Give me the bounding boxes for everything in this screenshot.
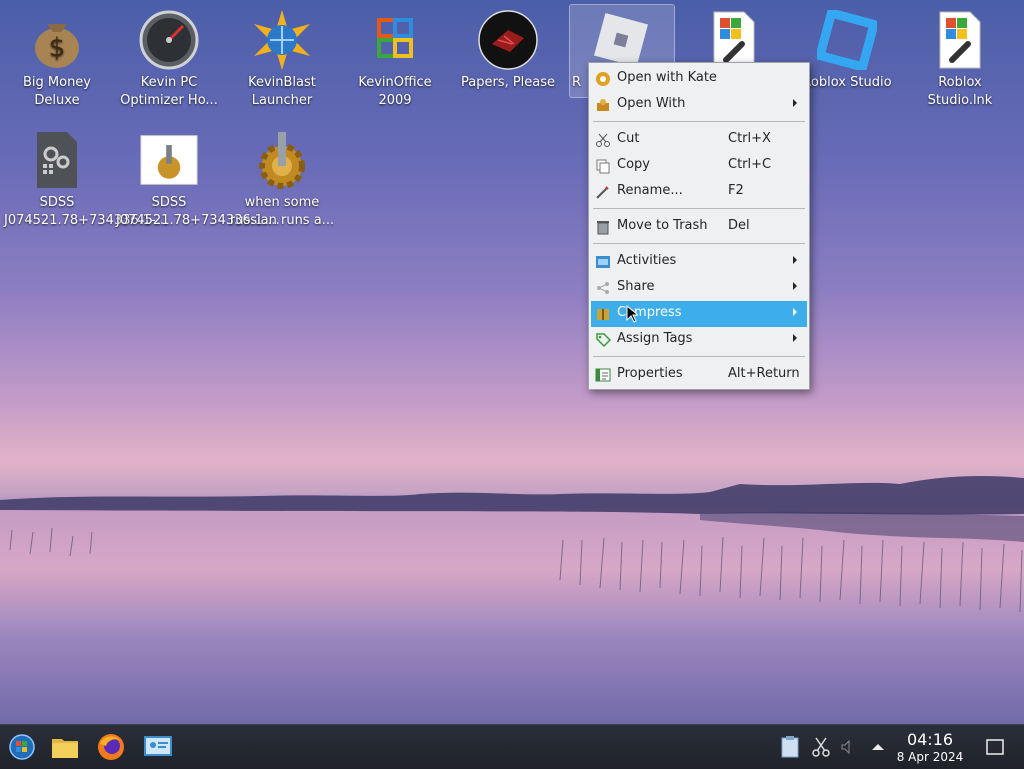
submenu-arrow-icon bbox=[793, 308, 797, 316]
submenu-arrow-icon bbox=[793, 256, 797, 264]
menu-item-open-with-kate[interactable]: Open with Kate bbox=[591, 66, 807, 92]
clock-time: 04:16 bbox=[906, 730, 954, 749]
menu-item-activities[interactable]: Activities bbox=[591, 249, 807, 275]
firefox-icon[interactable] bbox=[96, 732, 126, 762]
menu-item-assign-tags[interactable]: Assign Tags bbox=[591, 327, 807, 353]
money-bag-icon: $ bbox=[27, 10, 87, 70]
menu-item-copy[interactable]: Copy Ctrl+C bbox=[591, 153, 807, 179]
context-menu: Open with Kate Open With Cut Ctrl+X Copy… bbox=[588, 62, 810, 390]
rename-icon bbox=[595, 184, 611, 200]
settings-file-icon bbox=[27, 130, 87, 190]
copy-icon bbox=[595, 158, 611, 174]
globe-burst-icon bbox=[252, 10, 312, 70]
clock[interactable]: 04:16 8 Apr 2024 bbox=[890, 731, 970, 765]
archive-icon bbox=[595, 306, 611, 322]
volume-muted-icon[interactable] bbox=[838, 737, 858, 757]
menu-separator bbox=[593, 121, 805, 122]
desktop-icon-label: SDSS J074521.78+734336.1.... bbox=[116, 195, 280, 228]
trash-icon bbox=[595, 219, 611, 235]
desktop-icon-label: KevinOffice 2009 bbox=[358, 75, 432, 108]
menu-item-cut[interactable]: Cut Ctrl+X bbox=[591, 127, 807, 153]
file-manager-icon[interactable] bbox=[50, 732, 80, 762]
papers-please-icon bbox=[478, 10, 538, 70]
desktop-icon-label: KevinBlast Launcher bbox=[248, 75, 316, 108]
desktop-icon-kevinblast[interactable]: KevinBlast Launcher bbox=[227, 10, 337, 110]
link-file-icon bbox=[704, 10, 764, 70]
desktop-icon-label: Roblox Studio.lnk bbox=[927, 75, 993, 108]
menu-item-share[interactable]: Share bbox=[591, 275, 807, 301]
system-settings-icon[interactable] bbox=[143, 732, 173, 762]
desktop-icon-label: SDSS J074521.78+734336.1-... bbox=[4, 195, 169, 228]
svg-text:$: $ bbox=[49, 33, 66, 63]
mouse-cursor-icon bbox=[626, 305, 638, 323]
gear-icon bbox=[252, 130, 312, 190]
share-icon bbox=[595, 280, 611, 296]
menu-item-properties[interactable]: Properties Alt+Return bbox=[591, 362, 807, 388]
desktop-icon-big-money[interactable]: $ Big Money Deluxe bbox=[2, 10, 112, 110]
tag-icon bbox=[595, 332, 612, 348]
roblox-studio-icon bbox=[814, 7, 880, 73]
speedometer-icon bbox=[139, 10, 199, 70]
desktop-icon-sdss-1[interactable]: SDSS J074521.78+734336.1-... bbox=[2, 130, 169, 230]
link-file-icon bbox=[930, 10, 990, 70]
office-logo-icon bbox=[365, 10, 425, 70]
desktop-icon-label: Kevin PC Optimizer Ho... bbox=[120, 75, 218, 108]
roblox-logo-icon bbox=[591, 10, 651, 70]
kate-icon bbox=[595, 71, 611, 87]
scissors-icon bbox=[595, 132, 611, 148]
menu-item-rename[interactable]: Rename... F2 bbox=[591, 179, 807, 205]
menu-item-move-to-trash[interactable]: Move to Trash Del bbox=[591, 214, 807, 240]
scissors-tray-icon[interactable] bbox=[809, 735, 833, 759]
wallpaper-lake bbox=[0, 476, 1024, 730]
desktop-icon-roblox-studio-lnk[interactable]: Roblox Studio.lnk bbox=[905, 10, 1015, 110]
submenu-arrow-icon bbox=[793, 99, 797, 107]
activities-icon bbox=[595, 254, 611, 270]
desktop-icon-kevinoffice[interactable]: KevinOffice 2009 bbox=[340, 10, 450, 110]
desktop-icon-label: when some russian runs a... bbox=[229, 195, 335, 228]
menu-item-compress[interactable]: Compress bbox=[591, 301, 807, 327]
desktop-icon-label: Papers, Please bbox=[460, 75, 556, 90]
submenu-arrow-icon bbox=[793, 282, 797, 290]
open-with-icon bbox=[595, 97, 611, 113]
submenu-arrow-icon bbox=[793, 334, 797, 342]
show-desktop-button[interactable] bbox=[984, 736, 1006, 758]
clock-date: 8 Apr 2024 bbox=[896, 750, 964, 764]
properties-icon bbox=[595, 367, 611, 383]
menu-separator bbox=[593, 356, 805, 357]
desktop-icon-sdss-2[interactable]: SDSS J074521.78+734336.1.... bbox=[114, 130, 280, 230]
tray-expand-arrow-icon[interactable] bbox=[868, 737, 888, 757]
start-menu-button[interactable] bbox=[7, 732, 37, 762]
desktop-icon-papers-please[interactable]: Papers, Please bbox=[453, 10, 563, 92]
menu-item-open-with[interactable]: Open With bbox=[591, 92, 807, 118]
menu-separator bbox=[593, 208, 805, 209]
taskbar: 04:16 8 Apr 2024 bbox=[0, 724, 1024, 769]
desktop-icon-kevin-pc-optimizer[interactable]: Kevin PC Optimizer Ho... bbox=[114, 10, 224, 110]
clipboard-tray-icon[interactable] bbox=[778, 735, 802, 759]
desktop-icon-russian[interactable]: when some russian runs a... bbox=[227, 130, 337, 230]
installer-file-icon bbox=[139, 130, 199, 190]
menu-separator bbox=[593, 243, 805, 244]
desktop-icon-label: Big Money Deluxe bbox=[22, 75, 91, 108]
